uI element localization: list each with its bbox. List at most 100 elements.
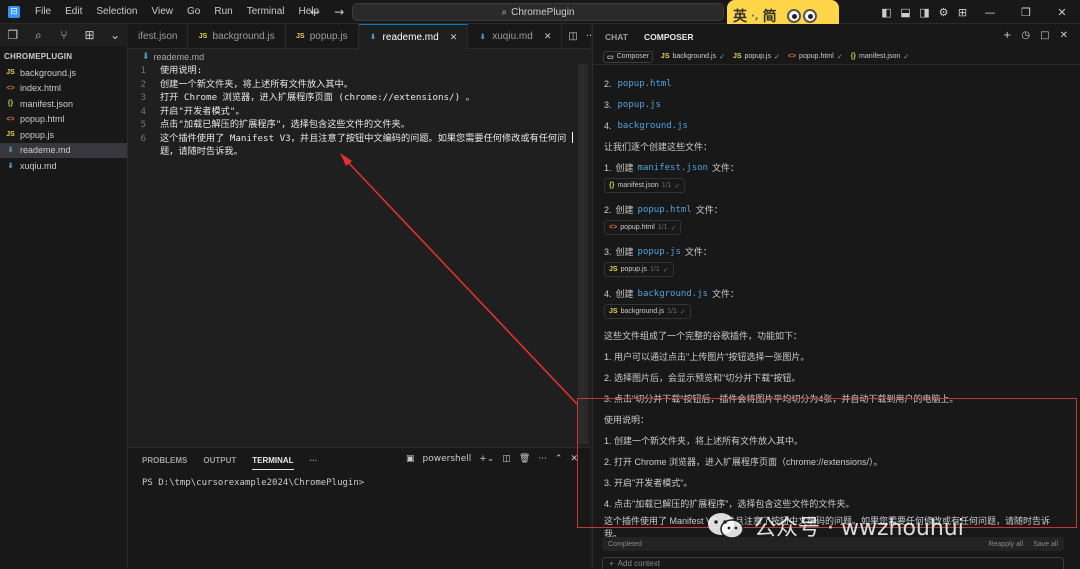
file-link[interactable]: popup.js bbox=[618, 100, 661, 110]
file-link[interactable]: background.js bbox=[618, 121, 688, 131]
menu-item-edit[interactable]: Edit bbox=[58, 0, 89, 24]
step-post: 文件： bbox=[711, 289, 739, 299]
code-editor[interactable]: 1 使用说明: 2 创建一个新文件夹，将上述所有文件放入其中。 3 打开 Chrome 浏… bbox=[128, 64, 590, 444]
add-context-button[interactable]: + Add context bbox=[602, 557, 1064, 569]
terminal-icon: ▣ bbox=[406, 454, 415, 464]
file-link[interactable]: background.js bbox=[638, 289, 708, 299]
editor-scrollbar[interactable] bbox=[578, 64, 588, 444]
tab-output[interactable]: OUTPUT bbox=[203, 452, 236, 469]
file-link[interactable]: popup.html bbox=[618, 79, 672, 89]
minimize-button[interactable]: — bbox=[972, 6, 1008, 19]
file-link[interactable]: manifest.json bbox=[638, 163, 708, 173]
code-line: 2 创建一个新文件夹，将上述所有文件放入其中。 bbox=[128, 78, 590, 92]
new-terminal-icon[interactable]: +⌄ bbox=[479, 454, 494, 464]
settings-gear-icon[interactable]: ⚙ bbox=[934, 6, 953, 19]
file-item[interactable]: ⬇ xuqiu.md bbox=[0, 158, 127, 174]
toggle-sidebar-icon[interactable]: ◧ bbox=[877, 6, 896, 19]
close-tab-icon[interactable]: ✕ bbox=[544, 31, 552, 42]
extensions-icon[interactable]: ⊞ bbox=[77, 24, 103, 46]
file-item[interactable]: ⬇ reademe.md bbox=[0, 142, 127, 158]
maximize-button[interactable]: ❐ bbox=[1008, 6, 1044, 19]
tab-popup-js[interactable]: JS popup.js bbox=[286, 24, 359, 49]
save-all-button[interactable]: Save all bbox=[1033, 541, 1058, 548]
reapply-all-button[interactable]: Reapply all bbox=[988, 541, 1023, 548]
chip-meta: 1/1 bbox=[657, 224, 668, 231]
breadcrumb-file[interactable]: reademe.md bbox=[154, 52, 205, 62]
shell-name[interactable]: powershell bbox=[423, 454, 472, 464]
source-control-icon[interactable]: ⑂ bbox=[51, 24, 77, 46]
chip-meta: 1/1 bbox=[667, 308, 677, 315]
menu-item-view[interactable]: View bbox=[145, 0, 181, 24]
context-chip[interactable]: <> popup.html ✓ bbox=[788, 53, 843, 61]
explorer-icon[interactable]: ❐ bbox=[0, 24, 26, 46]
back-arrow-icon[interactable]: ← bbox=[310, 5, 320, 19]
status-completed: Completed bbox=[608, 540, 642, 548]
context-chip[interactable]: JS popup.js ✓ bbox=[733, 53, 780, 61]
trash-icon[interactable]: 🗑 bbox=[519, 454, 530, 464]
plus-icon: + bbox=[609, 559, 614, 568]
file-item[interactable]: JS background.js bbox=[0, 65, 127, 81]
tab-xuqiu-md[interactable]: ⬇ xuqiu.md ✕ bbox=[468, 24, 563, 49]
plus-icon[interactable]: + bbox=[1003, 30, 1011, 41]
message-line: 2. 创建 popup.html 文件： bbox=[604, 199, 1074, 220]
file-link[interactable]: popup.js bbox=[638, 247, 681, 257]
more-icon[interactable]: ··· bbox=[538, 454, 547, 464]
line-number: 5 bbox=[140, 119, 146, 130]
toggle-panel-icon[interactable]: ⬓ bbox=[896, 6, 915, 19]
code-block-chip[interactable]: JS background.js 1/1 ✓ bbox=[604, 304, 691, 319]
command-center-label: ChromePlugin bbox=[511, 6, 575, 18]
menu-item-go[interactable]: Go bbox=[180, 0, 207, 24]
tab-chat[interactable]: CHAT bbox=[605, 32, 628, 42]
menu-item-file[interactable]: File bbox=[28, 0, 58, 24]
chip-label: manifest.json bbox=[859, 53, 901, 60]
search-icon[interactable]: ⌕ bbox=[26, 24, 52, 46]
file-item[interactable]: {} manifest.json bbox=[0, 96, 127, 112]
file-item[interactable]: <> popup.html bbox=[0, 112, 127, 128]
close-icon[interactable]: ✕ bbox=[1060, 30, 1068, 41]
toggle-secondary-sidebar-icon[interactable]: ◨ bbox=[915, 6, 934, 19]
open-external-icon[interactable]: □ bbox=[1040, 30, 1049, 41]
step-num: 4. bbox=[604, 288, 612, 299]
wechat-icon bbox=[708, 513, 744, 539]
context-chip[interactable]: {} manifest.json ✓ bbox=[851, 53, 910, 61]
tab-ifest-json[interactable]: ifest.json bbox=[128, 24, 189, 49]
check-icon: ✓ bbox=[719, 53, 725, 61]
tab-composer[interactable]: COMPOSER bbox=[644, 32, 694, 42]
customize-layout-icon[interactable]: ⊞ bbox=[953, 6, 972, 19]
code-block-chip[interactable]: JS popup.js 1/1 ✓ bbox=[604, 262, 674, 277]
tab-reademe-md[interactable]: ⬇ reademe.md ✕ bbox=[358, 24, 469, 49]
file-type-icon: JS bbox=[295, 33, 305, 40]
file-item[interactable]: <> index.html bbox=[0, 81, 127, 97]
code-block-chip[interactable]: <> popup.html 1/1 ✓ bbox=[604, 220, 682, 235]
file-link[interactable]: popup.html bbox=[638, 205, 692, 215]
tab-background-js[interactable]: JS background.js bbox=[188, 24, 286, 49]
terminal-prompt[interactable]: PS D:\tmp\cursorexample2024\ChromePlugin… bbox=[128, 478, 590, 488]
line-number: 4 bbox=[140, 105, 146, 117]
maximize-panel-icon[interactable]: ⌃ bbox=[555, 454, 563, 464]
tab-problems[interactable]: PROBLEMS bbox=[142, 452, 187, 469]
tab-label: ifest.json bbox=[138, 31, 178, 42]
forward-arrow-icon[interactable]: → bbox=[334, 5, 344, 19]
context-chip[interactable]: JS background.js ✓ bbox=[661, 53, 725, 61]
history-icon[interactable]: ◷ bbox=[1021, 30, 1030, 41]
message-line: 1. 用户可以通过点击"上传图片"按钮选择一张图片。 bbox=[604, 346, 1074, 367]
file-list: JS background.js <> index.html {} manifest.js… bbox=[0, 65, 127, 174]
tab-more[interactable]: ··· bbox=[310, 452, 318, 469]
message-line: 2. popup.html bbox=[604, 73, 1074, 94]
chevron-down-icon[interactable]: ⌄ bbox=[102, 24, 128, 46]
editor-actions: ◫ ··· bbox=[562, 24, 595, 48]
code-block-chip[interactable]: {} manifest.json 1/1 ✓ bbox=[604, 178, 686, 193]
check-icon: ✓ bbox=[903, 53, 910, 61]
close-tab-icon[interactable]: ✕ bbox=[450, 32, 458, 43]
context-chip[interactable]: ▭ Composer bbox=[603, 50, 653, 63]
close-button[interactable]: ✕ bbox=[1044, 6, 1080, 19]
tab-terminal[interactable]: TERMINAL bbox=[252, 452, 294, 470]
file-item[interactable]: JS popup.js bbox=[0, 127, 127, 143]
menu-item-terminal[interactable]: Terminal bbox=[240, 0, 292, 24]
menu-item-selection[interactable]: Selection bbox=[89, 0, 144, 24]
split-editor-icon[interactable]: ◫ bbox=[568, 31, 577, 42]
split-terminal-icon[interactable]: ◫ bbox=[502, 454, 511, 464]
menu-item-run[interactable]: Run bbox=[207, 0, 239, 24]
command-center[interactable]: ⌕ ChromePlugin bbox=[352, 3, 724, 21]
ime-separator: ·, bbox=[751, 10, 759, 22]
